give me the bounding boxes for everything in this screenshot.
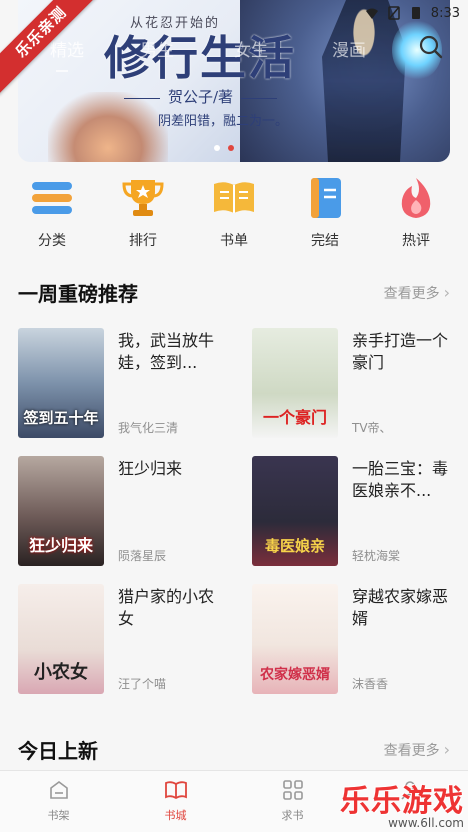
book-author: TV帝、 bbox=[352, 421, 392, 435]
category-booklist[interactable]: 书单 bbox=[204, 170, 264, 260]
wifi-icon bbox=[365, 8, 378, 19]
tab-comics[interactable]: 漫画 bbox=[332, 36, 366, 61]
book-author: 汪了个喵 bbox=[118, 677, 167, 691]
book-cover: 小农女 bbox=[18, 584, 104, 694]
category-label: 分类 bbox=[38, 233, 66, 249]
nav-bookshelf[interactable]: 书架 bbox=[0, 771, 117, 832]
book-title: 我，武当放牛娃，签到... bbox=[118, 331, 215, 372]
nav-label: 书架 bbox=[47, 809, 70, 822]
view-more-link[interactable]: 查看更多 › bbox=[384, 283, 450, 303]
weekly-section-header: 一周重磅推荐 查看更多 › bbox=[18, 278, 450, 307]
tab-female[interactable]: 女生 bbox=[234, 36, 268, 61]
banner-dots bbox=[214, 145, 234, 151]
flame-icon bbox=[401, 178, 431, 218]
status-time: 8:33 bbox=[430, 5, 460, 21]
cover-text: 一个豪门 bbox=[262, 408, 327, 427]
search-icon[interactable] bbox=[418, 34, 444, 60]
category-ranking[interactable]: 排行 bbox=[113, 170, 173, 260]
category-label: 排行 bbox=[129, 233, 157, 249]
nav-request-book[interactable]: 求书 bbox=[234, 771, 351, 832]
category-label: 书单 bbox=[220, 233, 248, 249]
cover-text: 小农女 bbox=[34, 662, 88, 683]
book-card[interactable]: 农家嫁恶婿 穿越农家嫁恶婿 沫香香 bbox=[252, 584, 467, 694]
cover-text: 农家嫁恶婿 bbox=[260, 667, 330, 683]
book-author: 我气化三清 bbox=[118, 421, 179, 435]
banner-author: 贺公子/著 bbox=[116, 86, 285, 107]
book-cover: 农家嫁恶婿 bbox=[252, 584, 338, 694]
book-title: 一胎三宝：毒医娘亲不... bbox=[352, 459, 449, 500]
view-more-label: 查看更多 bbox=[383, 285, 440, 302]
nav-label: 求书 bbox=[281, 809, 304, 822]
category-hot-reviews[interactable]: 热评 bbox=[386, 170, 446, 260]
trophy-icon bbox=[122, 180, 164, 216]
book-cover: 签到五十年 bbox=[18, 328, 104, 438]
banner-dot[interactable] bbox=[214, 145, 220, 151]
book-card[interactable]: 狂少归来 狂少归来 陨落星辰 bbox=[18, 456, 233, 566]
cover-text: 狂少归来 bbox=[28, 536, 93, 555]
book-card[interactable]: 毒医娘亲 一胎三宝：毒医娘亲不... 轻枕海棠 bbox=[252, 456, 467, 566]
book-author: 沫香香 bbox=[352, 677, 389, 691]
section-title: 一周重磅推荐 bbox=[18, 282, 138, 306]
notebook-icon bbox=[311, 178, 341, 218]
tab-indicator bbox=[56, 70, 68, 72]
sim-icon bbox=[388, 6, 400, 20]
battery-icon bbox=[411, 7, 420, 19]
book-cover: 狂少归来 bbox=[18, 456, 104, 566]
book-card[interactable]: 一个豪门 亲手打造一个豪门 TV帝、 bbox=[252, 328, 467, 438]
book-open-icon bbox=[214, 182, 254, 213]
grid-icon bbox=[282, 780, 303, 800]
tab-featured[interactable]: 精选 bbox=[50, 36, 84, 61]
category-finished[interactable]: 完结 bbox=[295, 170, 355, 260]
book-cover: 毒医娘亲 bbox=[252, 456, 338, 566]
book-author: 陨落星辰 bbox=[118, 549, 167, 563]
chevron-right-icon: › bbox=[443, 283, 450, 302]
banner-tagline: 阴差阳错，融二为一。 bbox=[158, 114, 289, 129]
today-new-section-header: 今日上新 查看更多 › bbox=[18, 735, 450, 764]
tab-male[interactable]: 男生 bbox=[140, 36, 174, 61]
nav-bookstore[interactable]: 书城 bbox=[117, 771, 234, 832]
bookshelf-icon bbox=[49, 781, 68, 799]
category-label: 热评 bbox=[402, 233, 430, 249]
chevron-right-icon: › bbox=[443, 740, 450, 759]
book-cover: 一个豪门 bbox=[252, 328, 338, 438]
book-title: 亲手打造一个豪门 bbox=[352, 331, 449, 372]
category-classify[interactable]: 分类 bbox=[22, 170, 82, 260]
cover-text: 毒医娘亲 bbox=[264, 537, 325, 555]
nav-label: 书城 bbox=[164, 809, 187, 822]
book-title: 穿越农家嫁恶婿 bbox=[352, 587, 449, 628]
top-tab-bar: 精选 男生 女生 漫画 bbox=[0, 30, 468, 72]
watermark: 乐乐游戏 www.6ll.com bbox=[340, 776, 464, 830]
cover-text: 签到五十年 bbox=[23, 409, 99, 427]
status-bar: 8:33 bbox=[365, 0, 468, 26]
category-row: 分类 排行 书单 完结 热评 bbox=[0, 170, 468, 260]
watermark-title: 乐乐游戏 bbox=[340, 784, 464, 819]
view-more-link[interactable]: 查看更多 › bbox=[384, 740, 450, 760]
book-card[interactable]: 签到五十年 我，武当放牛娃，签到... 我气化三清 bbox=[18, 328, 233, 438]
section-title: 今日上新 bbox=[18, 739, 98, 763]
banner-dot-active[interactable] bbox=[228, 145, 234, 151]
book-title: 猎户家的小农女 bbox=[118, 587, 215, 628]
book-open-icon bbox=[164, 781, 187, 800]
book-card[interactable]: 小农女 猎户家的小农女 汪了个喵 bbox=[18, 584, 233, 694]
view-more-label: 查看更多 bbox=[383, 742, 440, 759]
category-label: 完结 bbox=[311, 233, 339, 249]
book-title: 狂少归来 bbox=[118, 459, 183, 478]
book-author: 轻枕海棠 bbox=[352, 549, 401, 563]
list-icon bbox=[32, 182, 72, 214]
